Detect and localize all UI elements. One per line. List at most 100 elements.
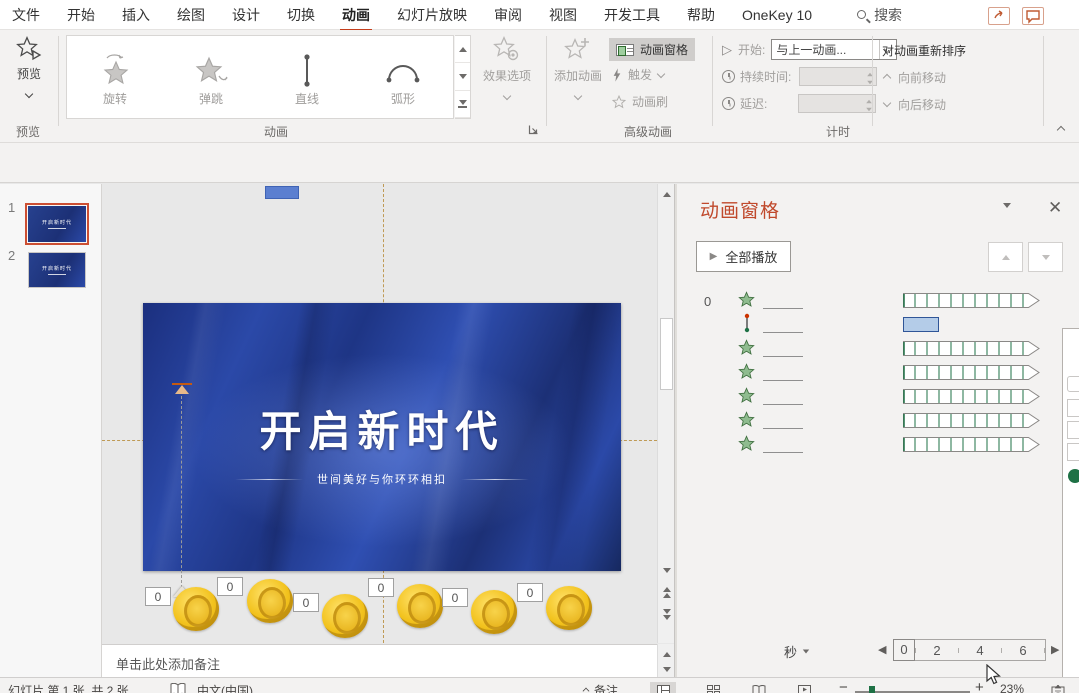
collapse-ribbon-button[interactable] [1058,122,1064,136]
slide-thumbnail-2[interactable]: 开启新时代 [28,252,86,288]
timeline-bar[interactable] [903,389,1040,404]
tab-file[interactable]: 文件 [12,5,40,25]
motion-path-start-marker[interactable] [172,383,192,395]
preview-button[interactable]: 预览 [6,36,52,100]
tab-transitions[interactable]: 切换 [287,5,315,25]
gallery-item-spin[interactable]: 旋转 [67,36,163,118]
previous-slide-button[interactable] [659,584,674,601]
timeline-bar[interactable] [903,293,1040,308]
delay-input[interactable] [798,94,876,113]
tab-insert[interactable]: 插入 [122,5,150,25]
coin-shape[interactable] [247,579,293,623]
gallery-item-bounce[interactable]: 弹跳 [163,36,259,118]
timeline-bar[interactable] [903,341,1040,356]
tab-help[interactable]: 帮助 [687,5,715,25]
slideshow-view-button[interactable] [791,682,817,693]
move-later-button[interactable]: 向后移动 [884,96,946,113]
notes-placeholder[interactable]: 单击此处添加备注 [116,654,220,673]
scroll-down-button[interactable] [659,562,674,579]
zoom-in-button[interactable]: + [975,679,984,693]
tab-animations[interactable]: 动画 [342,5,370,25]
coin-shape[interactable] [173,587,219,631]
pane-menu-dropdown-icon[interactable] [1003,208,1011,226]
timeline-scroll-left[interactable]: ◀ [878,643,886,656]
reading-view-button[interactable] [746,682,772,693]
animation-order-badge[interactable]: 0 [368,578,394,597]
animation-order-badge[interactable]: 0 [442,588,468,607]
animation-order-badge[interactable]: 0 [217,577,243,596]
animation-pane-toggle[interactable]: 动画窗格 [609,38,695,61]
move-up-button[interactable] [988,242,1023,272]
tab-home[interactable]: 开始 [67,5,95,25]
gallery-scroll-down[interactable] [455,63,470,90]
trigger-button[interactable]: 触发 [612,66,664,83]
effect-options-button[interactable]: 效果选项 [474,36,540,102]
timeline-bar[interactable] [903,365,1040,380]
spellcheck-book-icon[interactable] [170,683,186,693]
notes-scroll-down[interactable] [659,661,674,678]
coin-shape[interactable] [546,586,592,630]
slide-thumbnails-panel: 1 开启新时代 2 开启新时代 [0,184,102,677]
seconds-dropdown[interactable]: 秒 [784,642,810,661]
animation-order-badge[interactable]: 0 [517,583,543,602]
duration-input[interactable] [799,67,877,86]
coin-shape[interactable] [322,594,368,638]
animation-item[interactable] [677,314,1079,337]
timeline-bar-selected[interactable] [903,317,939,332]
canvas-scrollbar[interactable] [657,184,674,643]
notes-scrollbar[interactable] [657,644,674,677]
pane-close-icon[interactable]: ✕ [1048,198,1062,218]
slide-sorter-view-button[interactable] [700,682,726,693]
scrollbar-thumb[interactable] [660,318,673,390]
tab-view[interactable]: 视图 [549,5,577,25]
zoom-level[interactable]: 23% [1000,682,1024,693]
gallery-more-button[interactable] [455,91,470,118]
animation-dialog-launcher[interactable] [528,124,539,135]
preview-dropdown-icon [25,90,33,98]
scroll-up-button[interactable] [659,186,674,203]
slide-title[interactable]: 开启新时代 [143,398,621,459]
slide-editing-canvas[interactable]: 开启新时代 世间美好与你环环相扣 0 0 0 0 0 0 [102,184,657,643]
slide-thumbnail-1[interactable]: 开启新时代 [28,206,86,242]
notes-pane[interactable]: 单击此处添加备注 [102,644,657,677]
start-select[interactable]: 与上一动画... [771,39,897,60]
move-down-button[interactable] [1028,242,1063,272]
fit-slide-button[interactable] [1045,682,1071,693]
zoom-slider-thumb[interactable] [869,686,875,693]
tab-review[interactable]: 审阅 [494,5,522,25]
gallery-item-arc[interactable]: 弧形 [355,36,451,118]
slide-number: 2 [8,248,15,263]
tab-onekey[interactable]: OneKey 10 [742,7,812,23]
timeline-ruler[interactable]: 0 2 4 6 [893,639,1046,661]
search-box[interactable]: 搜索 [857,5,902,25]
animation-order-badge[interactable]: 0 [145,587,171,606]
tab-developer[interactable]: 开发工具 [604,5,660,25]
animation-painter-button[interactable]: 动画刷 [612,93,668,110]
gallery-scroll-up[interactable] [455,36,470,63]
move-earlier-button[interactable]: 向前移动 [884,69,946,86]
slide[interactable]: 开启新时代 世间美好与你环环相扣 [143,303,621,571]
zoom-out-button[interactable]: − [839,679,848,693]
partial-shape[interactable] [265,186,299,199]
coin-shape[interactable] [397,584,443,628]
coin-shape[interactable] [471,590,517,634]
animation-order-badge[interactable]: 0 [293,593,319,612]
tab-design[interactable]: 设计 [232,5,260,25]
gallery-item-line[interactable]: 直线 [259,36,355,118]
notes-toggle-button[interactable]: 备注 [583,682,618,693]
next-slide-button[interactable] [659,606,674,623]
play-all-button[interactable]: ▶ 全部播放 [696,241,791,272]
tab-slideshow[interactable]: 幻灯片放映 [397,5,467,25]
language-indicator[interactable]: 中文(中国) [197,682,253,693]
timeline-bar[interactable] [903,413,1040,428]
notes-chevron-icon [583,687,590,693]
normal-view-button[interactable] [650,682,676,693]
slide-subtitle-row[interactable]: 世间美好与你环环相扣 [143,471,621,487]
comment-button[interactable] [1022,7,1044,27]
add-animation-button[interactable]: 添加动画 [550,36,606,102]
timeline-bar[interactable] [903,437,1040,452]
animation-pane-title: 动画窗格 [700,196,780,223]
timeline-scroll-right[interactable]: ▶ [1051,643,1059,656]
share-button[interactable] [988,7,1010,27]
tab-draw[interactable]: 绘图 [177,5,205,25]
